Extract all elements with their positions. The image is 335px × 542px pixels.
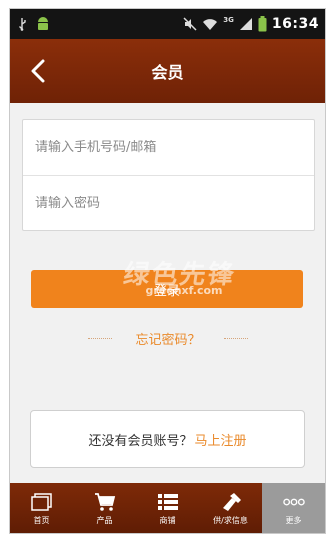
tab-label: 供/求信息 <box>213 516 248 525</box>
android-icon <box>36 16 50 32</box>
tab-label: 商铺 <box>159 516 176 525</box>
list-icon <box>157 492 179 512</box>
mute-icon <box>183 17 197 31</box>
status-bar: 3G 16:34 <box>10 9 325 39</box>
handshake-icon <box>220 492 242 512</box>
tab-shops[interactable]: 商铺 <box>136 483 199 533</box>
tab-label: 首页 <box>33 516 50 525</box>
battery-icon <box>258 16 267 32</box>
home-icon <box>30 492 53 512</box>
tab-supply-demand[interactable]: 供/求信息 <box>199 483 262 533</box>
more-icon <box>282 492 305 512</box>
watermark-url: greenxf.com <box>145 284 223 297</box>
phone-screen: 3G 16:34 会员 登录 绿色先锋 greenxf.com 忘记密码？ <box>9 8 326 534</box>
signal-icon <box>239 17 253 31</box>
back-button[interactable] <box>24 57 52 85</box>
chevron-left-icon <box>31 59 45 83</box>
tab-label: 更多 <box>285 516 302 525</box>
password-input[interactable] <box>35 195 314 211</box>
login-form <box>22 119 315 231</box>
page-title: 会员 <box>151 63 184 82</box>
register-box: 还没有会员账号？ 马上注册 <box>30 410 305 468</box>
register-prompt: 还没有会员账号？ <box>88 433 193 449</box>
register-link[interactable]: 马上注册 <box>195 430 247 449</box>
app-header: 会员 <box>10 39 325 103</box>
forgot-password-row: 忘记密码？ <box>88 327 248 349</box>
network-type: 3G <box>223 16 234 24</box>
tab-label: 产品 <box>96 516 113 525</box>
bottom-tab-bar: 首页 产品 商铺 供/求信息 更多 <box>10 483 325 533</box>
tab-home[interactable]: 首页 <box>10 483 73 533</box>
clock: 16:34 <box>271 16 319 32</box>
cart-icon <box>94 492 116 512</box>
account-field-row <box>23 120 314 175</box>
password-field-row <box>23 175 314 230</box>
wifi-icon <box>202 17 218 31</box>
account-input[interactable] <box>35 140 314 155</box>
forgot-password-link[interactable]: 忘记密码？ <box>135 329 200 348</box>
tab-products[interactable]: 产品 <box>73 483 136 533</box>
tab-more[interactable]: 更多 <box>262 483 325 533</box>
usb-icon <box>16 17 28 31</box>
